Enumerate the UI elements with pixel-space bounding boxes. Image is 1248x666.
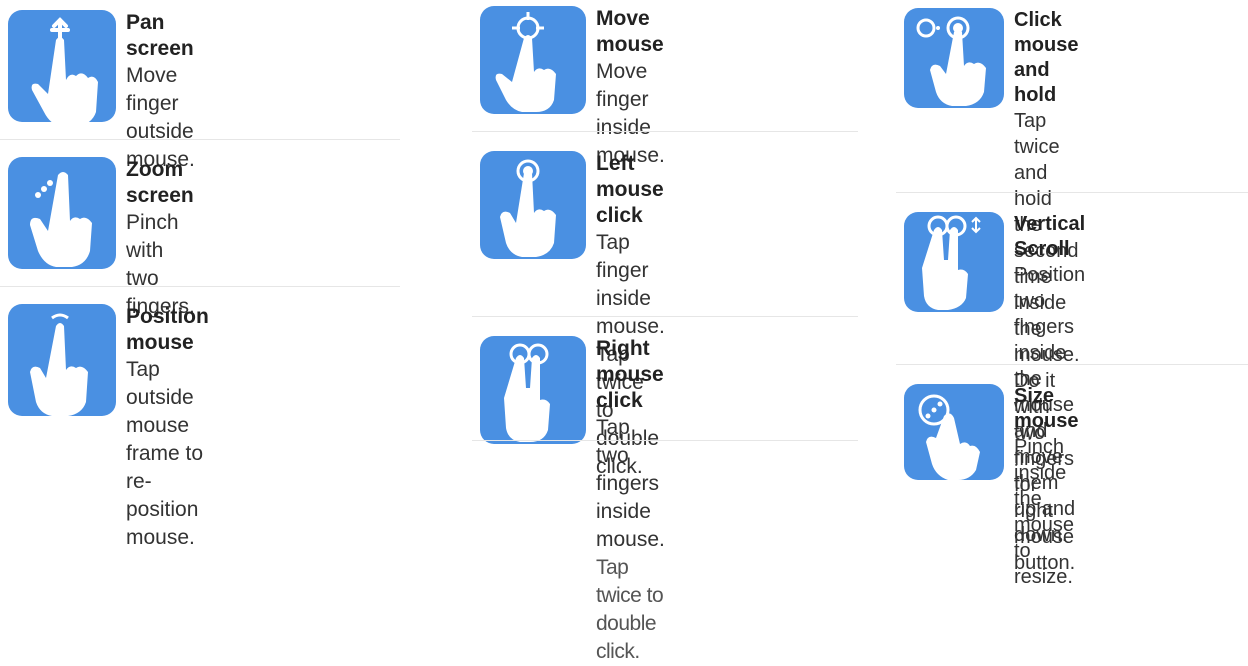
move-hand-icon — [480, 6, 586, 114]
gesture-description-extra: Tap twice to double click. — [596, 556, 664, 663]
gesture-item-right-mouse-click: Right mouse click Tap two fingers inside… — [480, 336, 665, 666]
gesture-item-zoom-screen: Zoom screen Pinch with two fingers. — [8, 157, 195, 321]
two-finger-scroll-icon — [904, 212, 1004, 312]
resize-hand-icon — [904, 384, 1004, 480]
gesture-item-pan-screen: Pan screen Move finger outside mouse. — [8, 10, 195, 174]
gesture-title: Right mouse click — [596, 337, 664, 412]
separator — [472, 440, 858, 441]
gesture-description: Tap outside mouse frame to re-position m… — [126, 358, 204, 549]
separator — [472, 316, 858, 317]
gesture-item-position-mouse: Position mouse Tap outside mouse frame t… — [8, 304, 209, 552]
gesture-title: Click mouse and hold — [1014, 9, 1079, 106]
gesture-title: Position mouse — [126, 305, 209, 354]
two-finger-tap-icon — [480, 336, 586, 444]
gesture-title: Zoom screen — [126, 158, 194, 207]
separator — [0, 139, 400, 140]
separator — [0, 286, 400, 287]
gesture-title: Vertical Scroll — [1014, 213, 1086, 260]
separator — [896, 192, 1248, 193]
point-hand-icon — [8, 304, 116, 416]
tap-hand-icon — [480, 151, 586, 259]
gesture-title: Move mouse — [596, 7, 664, 56]
gesture-description: Pinch inside the mouse to resize. — [1014, 436, 1075, 588]
pan-hand-icon — [8, 10, 116, 122]
gesture-title: Pan screen — [126, 11, 194, 60]
pinch-hand-icon — [8, 157, 116, 269]
hold-hand-icon — [904, 8, 1004, 108]
gesture-description: Tap two fingers inside mouse. — [596, 416, 665, 551]
gesture-title: Left mouse click — [596, 152, 664, 227]
gesture-title: Size mouse — [1014, 385, 1079, 432]
gesture-item-move-mouse: Move mouse Move finger inside mouse. — [480, 6, 665, 170]
gesture-item-size-mouse: Size mouse Pinch inside the mouse to res… — [904, 384, 1078, 590]
separator — [896, 364, 1248, 365]
separator — [472, 131, 858, 132]
